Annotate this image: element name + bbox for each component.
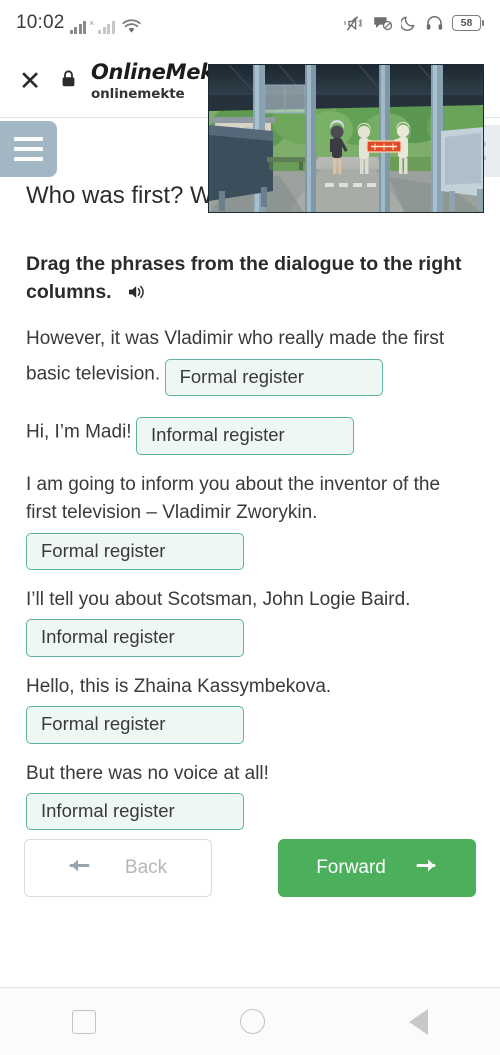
phrase-text: Hello, this is Zhaina Kassymbekova. bbox=[26, 675, 332, 697]
arrow-right-icon bbox=[414, 857, 438, 879]
phrase-dropzone[interactable]: Formal register bbox=[26, 532, 244, 570]
phrase-item: Hi, I’m Madi! Informal register bbox=[26, 412, 474, 455]
phrase-item: However, it was Vladimir who really made… bbox=[26, 325, 474, 397]
back-button-label: Back bbox=[124, 857, 168, 878]
close-button[interactable]: ✕ bbox=[0, 68, 60, 95]
headphones-icon bbox=[426, 15, 443, 31]
back-button[interactable]: Back bbox=[24, 839, 213, 897]
task-block: Drag the phrases from the dialogue to th… bbox=[0, 251, 500, 831]
arrow-left-icon bbox=[69, 857, 93, 879]
forward-button[interactable]: Forward bbox=[278, 839, 476, 897]
lock-icon bbox=[60, 69, 77, 94]
phrase-text: But there was no voice at all! bbox=[26, 762, 269, 784]
dnd-message-icon bbox=[373, 15, 392, 31]
task-instruction-text: Drag the phrases from the dialogue to th… bbox=[26, 253, 462, 303]
battery-icon: 58 bbox=[452, 15, 484, 31]
hamburger-menu-icon[interactable] bbox=[0, 121, 57, 177]
phrase-dropzone[interactable]: Informal register bbox=[136, 417, 355, 455]
status-time: 10:02 bbox=[16, 12, 65, 33]
phone-screen: 10:02 × 58 ✕ OnlineMekt onlinemekte Who … bbox=[0, 0, 500, 1055]
status-bar-right: 58 bbox=[344, 15, 484, 32]
phrase-text: I am going to inform you about the inven… bbox=[26, 473, 441, 524]
recents-square-icon[interactable] bbox=[72, 1009, 96, 1034]
task-instruction: Drag the phrases from the dialogue to th… bbox=[26, 251, 472, 309]
status-bar: 10:02 × 58 bbox=[0, 0, 500, 46]
phrase-item: But there was no voice at all! Informal … bbox=[26, 760, 474, 831]
speaker-audio-icon[interactable] bbox=[127, 282, 147, 310]
phrase-dropzone[interactable]: Formal register bbox=[164, 358, 383, 397]
forward-button-label: Forward bbox=[316, 857, 386, 878]
phrase-item: I am going to inform you about the inven… bbox=[26, 471, 474, 570]
phrase-dropzone[interactable]: Formal register bbox=[26, 706, 244, 744]
signal-bars-secondary-icon bbox=[98, 20, 115, 34]
phrase-item: I’ll tell you about Scotsman, John Logie… bbox=[26, 586, 474, 657]
battery-level: 58 bbox=[460, 17, 473, 29]
site-identity[interactable]: OnlineMekt onlinemekte bbox=[91, 61, 224, 101]
phrase-dropzone[interactable]: Informal register bbox=[26, 793, 244, 831]
status-bar-left: 10:02 × bbox=[16, 12, 141, 34]
anime-pavilion-scene-image[interactable] bbox=[208, 64, 484, 213]
phrase-item: Hello, this is Zhaina Kassymbekova. Form… bbox=[26, 673, 474, 744]
close-icon: ✕ bbox=[18, 66, 42, 96]
phrase-text: Hi, I’m Madi! bbox=[26, 421, 132, 443]
back-triangle-icon[interactable] bbox=[409, 1008, 428, 1035]
phrase-dropzone[interactable]: Informal register bbox=[26, 619, 244, 657]
signal-bars-icon bbox=[69, 20, 87, 34]
page-content: Who was first? Who was last? Drag the ph… bbox=[0, 119, 500, 985]
site-title: OnlineMekt bbox=[91, 60, 224, 85]
home-circle-icon[interactable] bbox=[240, 1009, 265, 1034]
phrase-text: I’ll tell you about Scotsman, John Logie… bbox=[26, 588, 411, 610]
night-mode-moon-icon bbox=[401, 15, 417, 31]
navigation-buttons: Back Forward bbox=[0, 839, 500, 897]
sim-x-icon: × bbox=[89, 18, 95, 28]
wifi-icon bbox=[122, 19, 141, 34]
site-url: onlinemekte bbox=[91, 85, 185, 102]
volume-mute-icon bbox=[344, 15, 364, 32]
android-navigation-bar bbox=[0, 987, 500, 1055]
